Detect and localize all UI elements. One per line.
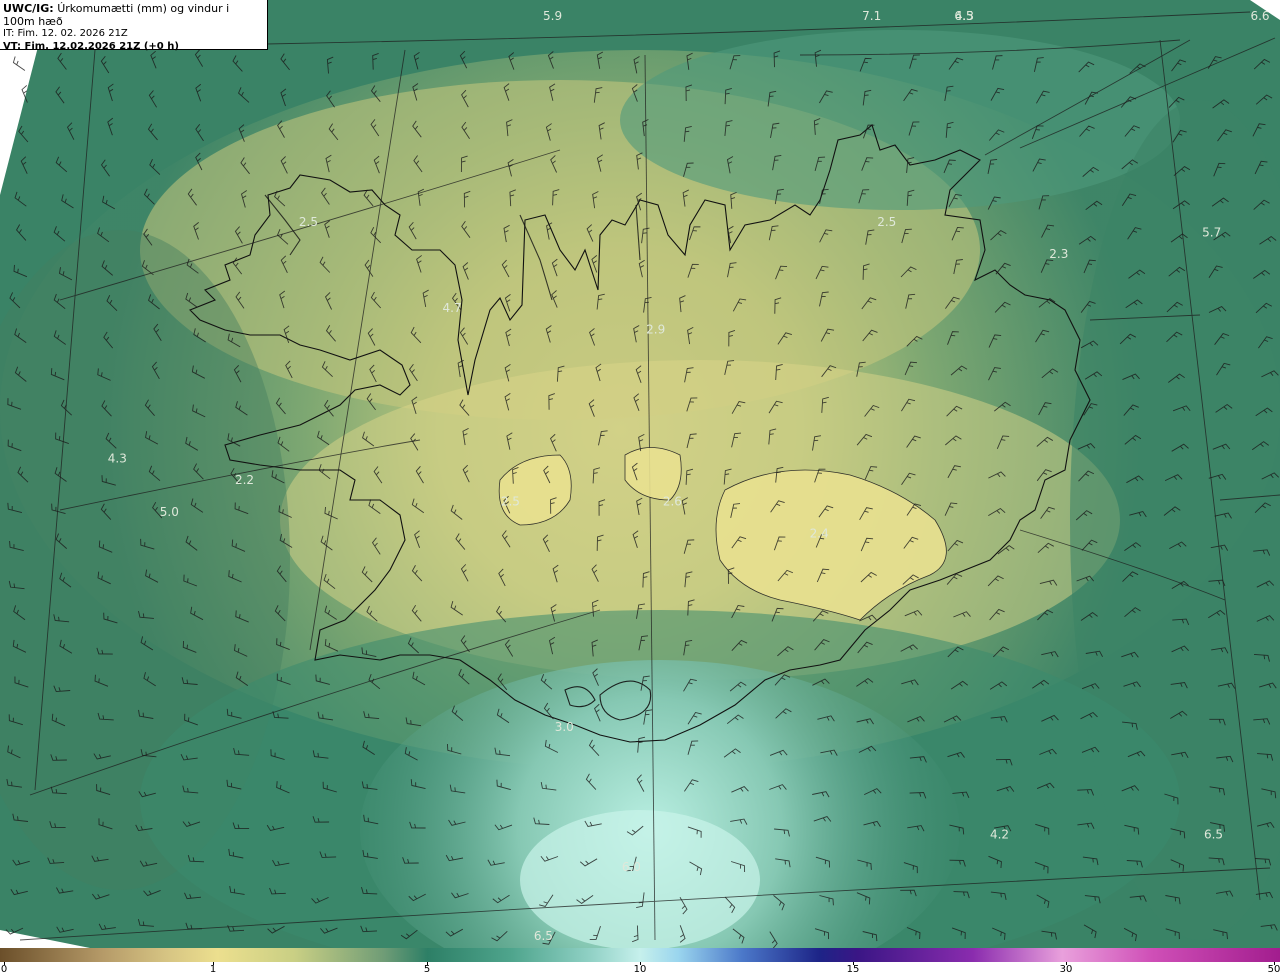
field-value-label: 6.5 bbox=[1204, 828, 1223, 842]
field-value-label: 2.6 bbox=[663, 494, 682, 508]
colorbar-tick-label: 10 bbox=[633, 964, 647, 975]
field-value-label: 5.0 bbox=[160, 505, 179, 519]
colorbar-tick-label: 15 bbox=[846, 964, 860, 975]
colorbar-tick-label: 30 bbox=[1059, 964, 1073, 975]
field-value-label: 6.5 bbox=[534, 929, 553, 943]
field-value-label: 6.6 bbox=[1250, 9, 1269, 23]
map-title-line: UWC/IG: Úrkomumætti (mm) og vindur i 100… bbox=[3, 2, 264, 28]
colorbar-tick-label: 50 bbox=[1267, 964, 1280, 975]
precip-field-northeast-sea bbox=[620, 30, 1180, 210]
colorbar-tick-label: 1 bbox=[209, 964, 217, 975]
map-canvas: 4.37.15.9 6.5 6.62.5 2.55.72.34.72.94.32.25… bbox=[0, 0, 1280, 948]
field-value-label: 2.9 bbox=[646, 322, 665, 336]
map-header-box: UWC/IG: Úrkomumætti (mm) og vindur i 100… bbox=[0, 0, 268, 52]
precip-field-south-core bbox=[520, 810, 760, 948]
field-value-label: 5.7 bbox=[1202, 226, 1221, 240]
product-code: UWC/IG: bbox=[3, 2, 54, 15]
colorbar-tick-label: 0 bbox=[0, 964, 8, 975]
field-value-label: 7.1 bbox=[862, 9, 881, 23]
field-value-label: 2.2 bbox=[235, 473, 254, 487]
valid-time: VT: Fim. 12.02.2026 21Z (+0 h) bbox=[3, 40, 179, 52]
field-value-label: 2.5 bbox=[299, 215, 318, 229]
field-value-label: 6.5 bbox=[954, 9, 973, 23]
field-value-label: 3.0 bbox=[555, 720, 574, 734]
field-value-label: 2.5 bbox=[877, 215, 896, 229]
colorbar-gradient bbox=[0, 948, 1280, 962]
field-value-label: 5.9 bbox=[543, 9, 562, 23]
forecast-map[interactable]: 4.3 7.1 5.9 6.5 6.6 2.5 2.5 5.7 2.3 4.7 2.9 4.3 2.2 5… bbox=[0, 0, 1280, 948]
field-value-label: 6.0 bbox=[622, 860, 641, 874]
field-value-label: 4.3 bbox=[108, 451, 127, 465]
field-value-label: 4.2 bbox=[990, 828, 1009, 842]
issue-time: IT: Fim. 12. 02. 2026 21Z bbox=[3, 28, 128, 39]
colorbar: 0 1 5 10 15 30 50 bbox=[0, 948, 1280, 978]
field-value-label: 4.7 bbox=[443, 301, 462, 315]
field-value-label: 2.3 bbox=[1049, 247, 1068, 261]
field-value-label: 2.5 bbox=[501, 494, 520, 508]
colorbar-tick-label: 5 bbox=[423, 964, 431, 975]
field-value-label: 2.4 bbox=[810, 527, 829, 541]
